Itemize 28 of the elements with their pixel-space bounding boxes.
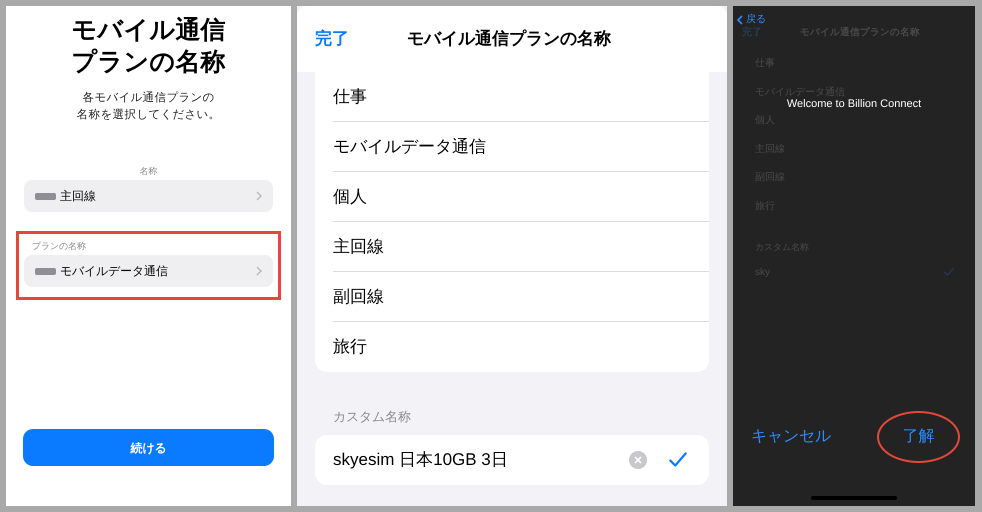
tag-icon (35, 192, 56, 200)
screen-description: 各モバイル通信プランの 名称を選択してください。 (76, 90, 220, 123)
option-row[interactable]: モバイルデータ通信 (333, 122, 709, 172)
dialog-button[interactable]: キャンセル (745, 411, 837, 463)
screen-title: モバイル通信 プランの名称 (72, 15, 226, 78)
section-header: カスタム名称 (333, 408, 412, 426)
clear-icon[interactable] (629, 450, 647, 468)
option-row[interactable]: 副回線 (333, 272, 709, 322)
chevron-right-icon (256, 191, 262, 201)
done-button[interactable]: 完了 (315, 26, 349, 52)
option-row[interactable]: 主回線 (333, 222, 709, 272)
done-label: 完了 (742, 26, 762, 40)
alert-message: Welcome to Billion Connect (786, 98, 922, 111)
nav-title: モバイル通信プランの名称 (407, 28, 611, 50)
continue-button[interactable]: 続ける (23, 429, 274, 466)
option-row[interactable]: 仕事 (333, 72, 709, 122)
section-label: プランの名称 (31, 240, 87, 252)
back-button[interactable]: 戻る (737, 12, 766, 27)
chevron-left-icon (737, 14, 743, 24)
section-label: 名称 (140, 165, 158, 177)
plan-row[interactable]: モバイルデータ通信 (24, 255, 273, 287)
plan-row[interactable]: 主回線 (24, 180, 273, 212)
tag-icon (35, 268, 56, 274)
option-row[interactable]: 個人 (333, 172, 709, 222)
custom-name-field[interactable]: skyesim 日本10GB 3日 (315, 434, 709, 484)
option-row[interactable]: 旅行 (333, 322, 709, 372)
dialog-button[interactable]: 了解 (877, 411, 960, 463)
chevron-right-icon (256, 266, 262, 276)
